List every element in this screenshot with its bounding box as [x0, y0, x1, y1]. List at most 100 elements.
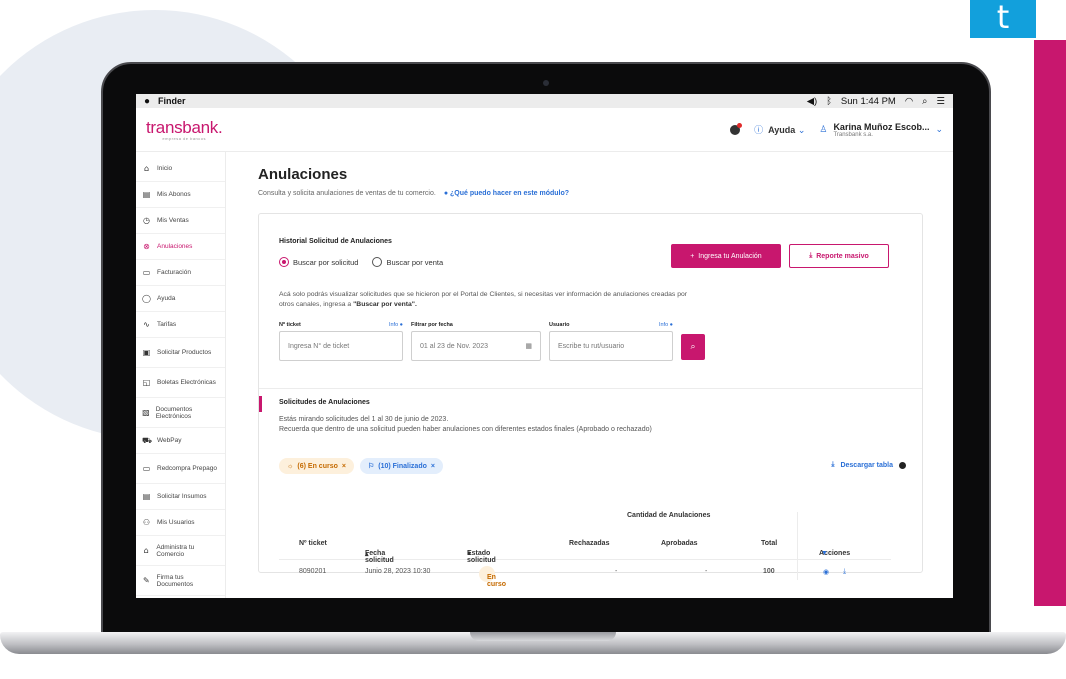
sidebar-item-label: Redcompra Prepago	[157, 465, 217, 472]
reporte-masivo-button[interactable]: ⤓ Reporte masivo	[789, 244, 889, 268]
sidebar-item[interactable]: ⌂ Administra tu Comercio	[136, 536, 225, 566]
note-bold: "Buscar por venta".	[353, 300, 417, 308]
sidebar-item[interactable]: ⊗ Anulaciones	[136, 234, 225, 260]
ticket-label: Nº ticket Info ●	[279, 322, 403, 328]
sidebar-item-icon: ⌂	[143, 164, 150, 173]
sidebar-item-label: Tarifas	[157, 321, 177, 328]
cell-rechazadas: -	[615, 568, 618, 575]
close-icon[interactable]: ×	[431, 463, 435, 470]
table-row[interactable]: 8090201 Junio 28, 2023 10:30 En curso - …	[279, 560, 891, 588]
ticket-info-link[interactable]: Info ●	[389, 322, 403, 328]
requests-title: Solicitudes de Anulaciones	[279, 399, 370, 406]
sidebar-item-icon: ▭	[142, 464, 151, 473]
control-center-icon[interactable]: ☰	[936, 96, 945, 107]
plus-icon: +	[690, 252, 699, 260]
sidebar-item[interactable]: ▭ Facturación	[136, 260, 225, 286]
download-icon[interactable]: ⤓	[843, 568, 846, 576]
sidebar-item-label: Mis Abonos	[157, 191, 191, 198]
user-input[interactable]: Escribe tu rut/usuario	[549, 331, 673, 361]
sidebar-item-icon: ▭	[142, 268, 151, 277]
info-icon[interactable]: ●	[467, 550, 471, 557]
sidebar-item[interactable]: ▤ Mis Abonos	[136, 182, 225, 208]
date-range-input[interactable]: 01 al 23 de Nov. 2023 ▦	[411, 331, 541, 361]
user-menu[interactable]: ♙ Karina Muñoz Escob... Transbank s.a. ⌄	[819, 122, 943, 138]
sidebar-item[interactable]: ⚇ Mis Usuarios	[136, 510, 225, 536]
menubar-app-name[interactable]: Finder	[158, 96, 186, 106]
sidebar-item-label: Boletas Electrónicas	[157, 379, 216, 386]
sort-up-icon: ▴	[365, 551, 369, 558]
apple-icon[interactable]: ●	[144, 96, 150, 107]
sidebar-item[interactable]: ▤ Solicitar Insumos	[136, 484, 225, 510]
info-text: Info	[658, 322, 669, 328]
search-button[interactable]: ⌕	[681, 334, 705, 360]
ingresa-anulacion-button[interactable]: + Ingresa tu Anulación	[671, 244, 781, 268]
sidebar-item[interactable]: ⌂ Inicio	[136, 156, 225, 182]
sidebar-item[interactable]: ◱ Boletas Electrónicas	[136, 368, 225, 398]
sidebar-item[interactable]: ⛟ WebPay	[136, 428, 225, 454]
chip-en-curso[interactable]: ☼ (6) En curso ×	[279, 458, 354, 474]
download-icon: ⤓	[831, 461, 835, 468]
user-filter: Usuario Info ● Escribe tu rut/usuario	[549, 322, 673, 361]
help-module-link[interactable]: ● ¿Qué puedo hacer en este módulo?	[444, 190, 569, 197]
filter-icon[interactable]: ▼	[821, 550, 828, 557]
group-header: Cantidad de Anulaciones	[627, 512, 711, 519]
radio-por-venta[interactable]: Buscar por venta	[372, 257, 443, 267]
sidebar-item[interactable]: ∿ Tarifas	[136, 312, 225, 338]
user-info-link[interactable]: Info ●	[659, 322, 673, 328]
laptop-screen: ● Finder ◀) ᛒ Sun 1:44 PM ◠ ⌕ ☰ transban…	[136, 94, 953, 598]
wifi-icon[interactable]: ◠	[905, 96, 913, 107]
sidebar-item-icon: ◯	[142, 294, 151, 303]
ticket-filter: Nº ticket Info ● Ingresa N° de ticket	[279, 322, 403, 361]
sidebar-item-icon: ⛟	[142, 435, 153, 445]
history-note: Acá solo podrás visualizar solicitudes q…	[279, 290, 689, 310]
brand-logo[interactable]: transbank. empresa de bancos	[146, 118, 223, 141]
requests-line-2: Recuerda que dentro de una solicitud pue…	[279, 426, 652, 433]
flag-icon: ⚐	[367, 463, 375, 470]
ticket-input[interactable]: Ingresa N° de ticket	[279, 331, 403, 361]
note-text: Acá solo podrás visualizar solicitudes q…	[279, 291, 688, 308]
button-label: Reporte masivo	[816, 252, 869, 260]
anulaciones-card: Historial Solicitud de Anulaciones Busca…	[258, 213, 923, 588]
sidebar-item[interactable]: ▣ Solicitar Productos	[136, 338, 225, 368]
close-icon[interactable]: ×	[342, 463, 346, 470]
sidebar-item-label: Administra tu Comercio	[156, 543, 195, 558]
sidebar-item[interactable]: ♙Mi Cuenta	[136, 596, 225, 598]
brand-corner-badge: t	[970, 0, 1036, 38]
sidebar-item-label: Firma tus Documentos	[156, 573, 194, 588]
camera-icon	[543, 80, 549, 86]
bluetooth-icon[interactable]: ᛒ	[826, 96, 832, 107]
menubar-clock[interactable]: Sun 1:44 PM	[841, 96, 896, 107]
cell-aprobadas: -	[705, 568, 708, 575]
sidebar-item[interactable]: ◷ Mis Ventas	[136, 208, 225, 234]
view-icon[interactable]: ◉	[823, 568, 829, 576]
info-text: Info	[388, 322, 399, 328]
sidebar: ⌂ Inicio ▤ Mis Abonos ◷ Mis Ventas ⊗ Anulacione…	[136, 152, 226, 598]
requests-line-1: Estás mirando solicitudes del 1 al 30 de…	[279, 415, 449, 423]
sidebar-item[interactable]: ▭ Redcompra Prepago	[136, 454, 225, 484]
button-label: Ingresa tu Anulación	[698, 252, 762, 260]
notification-bell-icon[interactable]	[730, 122, 743, 135]
help-menu[interactable]: ⓘ Ayuda ⌄	[754, 123, 805, 136]
volume-icon[interactable]: ◀)	[807, 96, 817, 107]
sidebar-item-icon: ▤	[142, 190, 151, 199]
descargar-tabla-link[interactable]: ⤓ Descargar tabla	[831, 461, 906, 469]
download-label: Descargar tabla	[840, 461, 893, 469]
cell-fecha: Junio 28, 2023 10:30	[365, 568, 431, 575]
user-icon: ♙	[819, 124, 828, 134]
main-content: Anulaciones Consulta y solicita anulacio…	[226, 152, 953, 598]
sidebar-item[interactable]: ◯ Ayuda	[136, 286, 225, 312]
radio-por-solicitud[interactable]: Buscar por solicitud	[279, 257, 358, 267]
sidebar-item[interactable]: ✎ Firma tus Documentos	[136, 566, 225, 596]
sidebar-item[interactable]: ▧ Documentos Electrónicos	[136, 398, 225, 428]
help-icon: ⓘ	[754, 125, 764, 135]
sidebar-item-icon: ▣	[142, 348, 151, 357]
logo-text: transbank.	[146, 118, 223, 137]
info-icon[interactable]	[899, 461, 906, 469]
col-acciones: Acciones ▼	[819, 540, 850, 557]
sidebar-item-icon: ⚇	[142, 518, 151, 527]
table-header: Nº ticket Fecha solicitud ▴ Estado solic…	[279, 530, 891, 564]
search-icon[interactable]: ⌕	[922, 96, 927, 107]
cell-total: 100	[763, 568, 775, 575]
chip-finalizado[interactable]: ⚐ (10) Finalizado ×	[359, 458, 443, 474]
status-label: En curso	[487, 574, 507, 588]
